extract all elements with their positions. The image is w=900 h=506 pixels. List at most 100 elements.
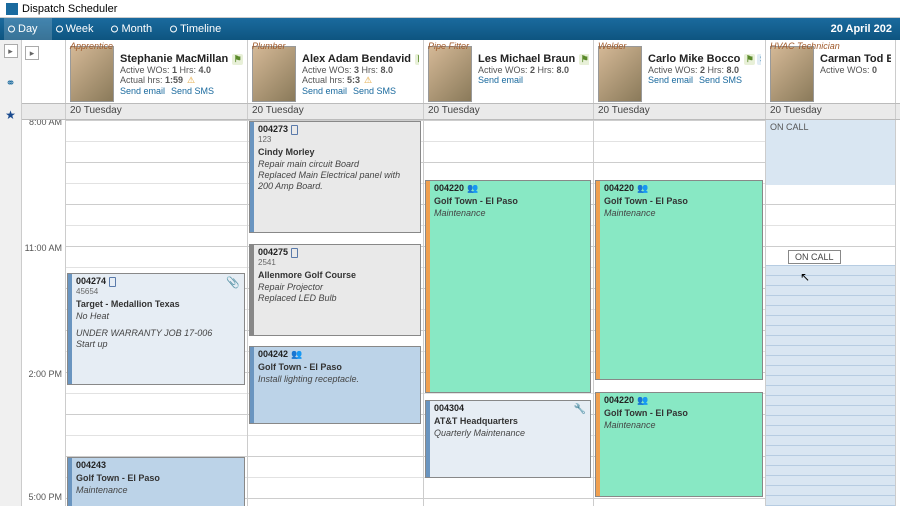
technician-cell[interactable]: Welder Carlo Mike Bocco⚑$📌 Active WOs: 2… <box>594 40 766 103</box>
time-axis: 8:00 AM 11:00 AM 2:00 PM 5:00 PM <box>22 120 66 506</box>
oncall-badge[interactable]: ON CALL <box>788 250 841 264</box>
appointment[interactable]: 🔧 004304 AT&T Headquarters Quarterly Mai… <box>425 400 591 478</box>
day-header: 20 Tuesday <box>766 104 896 119</box>
client-name: Cindy Morley <box>258 147 416 158</box>
avatar <box>428 46 472 102</box>
appointment[interactable]: 004220👥 Golf Town - El Paso Maintenance <box>595 392 763 497</box>
technician-name: Alex Adam Bendavid⚑$📌 <box>302 53 419 65</box>
oncall-block <box>766 265 895 506</box>
day-header: 20 Tuesday <box>424 104 594 119</box>
schedule-column[interactable]: 004273 123 Cindy Morley Repair main circ… <box>248 120 424 506</box>
view-toolbar: DayWeekMonthTimeline 20 April 202 <box>0 18 900 40</box>
client-name: Golf Town - El Paso <box>604 408 758 419</box>
window-title-bar: Dispatch Scheduler <box>0 0 900 18</box>
view-week[interactable]: Week <box>52 18 108 40</box>
link-icon[interactable]: ⚭ <box>4 76 18 90</box>
link-send sms[interactable]: Send SMS <box>699 75 742 85</box>
wrench-icon: 🔧 <box>574 404 586 417</box>
schedule-grid[interactable]: 8:00 AM 11:00 AM 2:00 PM 5:00 PM 📎 004274 4… <box>22 120 900 506</box>
schedule-column[interactable]: 004220👥 Golf Town - El Paso Maintenance … <box>424 120 594 506</box>
left-rail: ▸ ⚭ ★ <box>0 40 22 506</box>
window-title: Dispatch Scheduler <box>22 3 117 15</box>
active-wos: Active WOs: 1 Hrs: 4.0 <box>120 65 243 75</box>
dollar-icon: $ <box>757 54 761 65</box>
client-name: Golf Town - El Paso <box>76 473 240 484</box>
link-send email[interactable]: Send email <box>302 86 347 96</box>
client-name: Allenmore Golf Course <box>258 270 416 281</box>
people-icon: 👥 <box>467 183 478 193</box>
role-label: Plumber <box>252 41 286 51</box>
active-wos: Active WOs: 0 <box>820 65 891 75</box>
technician-name: Carman Tod Boccolin <box>820 53 891 65</box>
phone-icon <box>291 248 298 258</box>
app-icon <box>6 3 18 15</box>
appointment[interactable]: 📎 004274 45654 Target - Medallion Texas … <box>67 273 245 385</box>
current-date: 20 April 202 <box>831 23 896 35</box>
avatar <box>770 46 814 102</box>
warning-icon: ⚠ <box>363 75 374 86</box>
people-icon: 👥 <box>637 395 648 405</box>
phone-icon <box>109 277 116 287</box>
client-name: AT&T Headquarters <box>434 416 586 427</box>
work-order-number: 004274 <box>76 276 240 287</box>
technician-cell[interactable]: Pipe Fitter Les Michael Braun⚑$📌 Active … <box>424 40 594 103</box>
view-month[interactable]: Month <box>107 18 166 40</box>
schedule-column[interactable]: 📎 004274 45654 Target - Medallion Texas … <box>66 120 248 506</box>
day-header: 20 Tuesday <box>248 104 424 119</box>
appointment[interactable]: 004242👥 Golf Town - El Paso Install ligh… <box>249 346 421 424</box>
phone-icon <box>291 125 298 135</box>
day-header-row: 20 Tuesday20 Tuesday20 Tuesday20 Tuesday… <box>22 104 900 120</box>
role-label: Apprentice <box>70 41 113 51</box>
technician-name: Stephanie MacMillan⚑$📌 <box>120 53 243 65</box>
schedule-column[interactable]: ON CALLON CALL↖ <box>766 120 896 506</box>
schedule-column[interactable]: 004220👥 Golf Town - El Paso Maintenance … <box>594 120 766 506</box>
appointment[interactable]: 004275 2541 Allenmore Golf Course Repair… <box>249 244 421 336</box>
appointment[interactable]: 004243 Golf Town - El Paso Maintenance <box>67 457 245 506</box>
link-send email[interactable]: Send email <box>648 75 693 85</box>
link-send email[interactable]: Send email <box>478 75 523 85</box>
view-timeline[interactable]: Timeline <box>166 18 235 40</box>
client-name: Target - Medallion Texas <box>76 299 240 310</box>
day-header: 20 Tuesday <box>594 104 766 119</box>
active-wos: Active WOs: 3 Hrs: 8.0 <box>302 65 419 75</box>
link-send sms[interactable]: Send SMS <box>171 86 214 96</box>
active-wos: Active WOs: 2 Hrs: 8.0 <box>648 65 761 75</box>
time-label: 2:00 PM <box>28 369 62 379</box>
appointment[interactable]: 004220👥 Golf Town - El Paso Maintenance <box>425 180 591 393</box>
flag-icon: ⚑ <box>232 54 243 65</box>
time-label: 5:00 PM <box>28 492 62 502</box>
flag-icon: ⚑ <box>579 54 589 65</box>
technician-name: Les Michael Braun⚑$📌 <box>478 53 589 65</box>
client-name: Golf Town - El Paso <box>258 362 416 373</box>
work-order-number: 004243 <box>76 460 240 471</box>
view-day[interactable]: Day <box>4 18 52 40</box>
link-send email[interactable]: Send email <box>120 86 165 96</box>
expand-row-button[interactable]: ▸ <box>25 46 39 60</box>
technician-cell[interactable]: Apprentice Stephanie MacMillan⚑$📌 Active… <box>66 40 248 103</box>
technician-name: Carlo Mike Bocco⚑$📌 <box>648 53 761 65</box>
role-label: HVAC Technician <box>770 41 840 51</box>
time-label: 11:00 AM <box>25 243 62 253</box>
work-order-number: 004220👥 <box>604 395 758 406</box>
client-name: Golf Town - El Paso <box>604 196 758 207</box>
favorite-icon[interactable]: ★ <box>4 108 18 122</box>
attachment-icon: 📎 <box>226 277 240 291</box>
role-label: Pipe Fitter <box>428 41 469 51</box>
flag-icon: ⚑ <box>415 54 419 65</box>
work-order-number: 004220👥 <box>434 183 586 194</box>
technician-cell[interactable]: HVAC Technician Carman Tod Boccolin Acti… <box>766 40 896 103</box>
expand-panel-button[interactable]: ▸ <box>4 44 18 58</box>
warning-icon: ⚠ <box>186 75 197 86</box>
client-name: Golf Town - El Paso <box>434 196 586 207</box>
technician-cell[interactable]: Plumber Alex Adam Bendavid⚑$📌 Active WOs… <box>248 40 424 103</box>
work-order-number: 004304 <box>434 403 586 414</box>
link-send sms[interactable]: Send SMS <box>353 86 396 96</box>
work-order-number: 004242👥 <box>258 349 416 360</box>
day-header: 20 Tuesday <box>66 104 248 119</box>
time-label: 8:00 AM <box>29 120 62 127</box>
appointment[interactable]: 004220👥 Golf Town - El Paso Maintenance <box>595 180 763 380</box>
avatar <box>252 46 296 102</box>
oncall-block: ON CALL <box>766 120 895 185</box>
appointment[interactable]: 004273 123 Cindy Morley Repair main circ… <box>249 121 421 233</box>
avatar <box>598 46 642 102</box>
